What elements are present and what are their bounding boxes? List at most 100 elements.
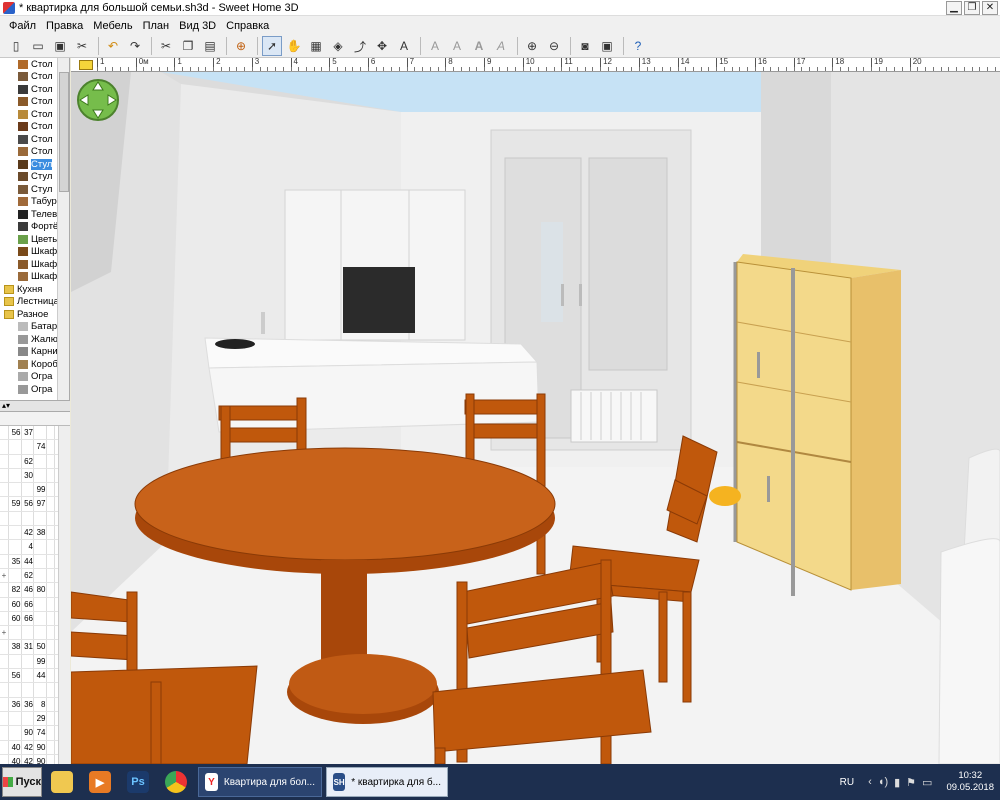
visibility-checkbox[interactable] bbox=[47, 669, 55, 683]
row-expander[interactable]: + bbox=[0, 568, 9, 583]
photo-camera-icon[interactable]: ◙ bbox=[575, 36, 595, 56]
3d-scene[interactable] bbox=[71, 72, 1000, 764]
table-scrollbar[interactable] bbox=[58, 426, 70, 764]
explorer-taskbar-icon[interactable] bbox=[44, 767, 80, 797]
undo-icon[interactable]: ↶ bbox=[103, 36, 123, 56]
furniture-catalog-tree[interactable]: Стол Стол Стол Стол Стол Стол Стол Стол Стул Стул… bbox=[0, 58, 70, 400]
battery-icon[interactable]: ▭ bbox=[922, 776, 932, 789]
visibility-checkbox[interactable] bbox=[47, 540, 55, 554]
visibility-checkbox[interactable] bbox=[47, 654, 55, 669]
taskbar-window-sweethome[interactable]: SH * квартирка для б... bbox=[326, 767, 448, 797]
create-polylines-icon[interactable]: ⤴ bbox=[350, 36, 370, 56]
catalog-scrollbar[interactable] bbox=[57, 58, 69, 400]
panel-splitter[interactable]: ▴▾ bbox=[0, 400, 70, 412]
video-camera-icon[interactable]: ▣ bbox=[597, 36, 617, 56]
network-icon[interactable]: ▮ bbox=[894, 776, 900, 789]
row-expander[interactable] bbox=[0, 683, 9, 697]
cut-icon[interactable]: ✂ bbox=[156, 36, 176, 56]
menu-plan[interactable]: План bbox=[138, 20, 175, 32]
create-walls-icon[interactable]: ▦ bbox=[306, 36, 326, 56]
row-expander[interactable] bbox=[0, 540, 9, 554]
clock[interactable]: 10:32 09.05.2018 bbox=[946, 770, 994, 794]
minimize-button[interactable]: ▁ bbox=[946, 0, 962, 15]
help-icon[interactable]: ? bbox=[628, 36, 648, 56]
flag-notification-icon[interactable]: ⚑ bbox=[906, 776, 916, 789]
3d-view[interactable] bbox=[71, 72, 1000, 764]
row-expander[interactable] bbox=[0, 468, 9, 483]
row-expander[interactable] bbox=[0, 669, 9, 683]
media-player-taskbar-icon[interactable]: ▶ bbox=[82, 767, 118, 797]
3d-navigation-arrows-icon[interactable] bbox=[77, 79, 119, 121]
visibility-checkbox[interactable] bbox=[47, 683, 55, 697]
add-furniture-icon[interactable]: ⊕ bbox=[231, 36, 251, 56]
scrollbar-thumb[interactable] bbox=[59, 72, 69, 192]
save-icon[interactable]: ▣ bbox=[50, 36, 70, 56]
visibility-checkbox[interactable] bbox=[47, 468, 55, 483]
visibility-checkbox[interactable] bbox=[47, 483, 55, 497]
visibility-checkbox[interactable] bbox=[47, 454, 55, 468]
text-italic-icon[interactable]: A bbox=[491, 36, 511, 56]
row-expander[interactable] bbox=[0, 740, 9, 754]
menu-edit[interactable]: Правка bbox=[41, 20, 88, 32]
row-expander[interactable] bbox=[0, 497, 9, 511]
visibility-checkbox[interactable] bbox=[47, 640, 55, 654]
visibility-checkbox[interactable] bbox=[47, 711, 55, 726]
row-expander[interactable] bbox=[0, 483, 9, 497]
photoshop-taskbar-icon[interactable]: Ps bbox=[120, 767, 156, 797]
menu-help[interactable]: Справка bbox=[221, 20, 274, 32]
zoom-in-icon[interactable]: ⊕ bbox=[522, 36, 542, 56]
visibility-checkbox[interactable] bbox=[47, 726, 55, 740]
language-indicator[interactable]: RU bbox=[840, 777, 854, 788]
visibility-checkbox[interactable] bbox=[47, 440, 55, 454]
visibility-checkbox[interactable] bbox=[47, 511, 55, 526]
table-header[interactable] bbox=[0, 412, 70, 426]
row-expander[interactable] bbox=[0, 654, 9, 669]
visibility-checkbox[interactable] bbox=[47, 568, 55, 583]
show-hidden-icons-icon[interactable]: ‹ bbox=[868, 776, 872, 788]
row-expander[interactable] bbox=[0, 640, 9, 654]
row-expander[interactable] bbox=[0, 611, 9, 626]
row-expander[interactable] bbox=[0, 583, 9, 597]
start-button[interactable]: Пуск bbox=[2, 767, 42, 797]
visibility-checkbox[interactable] bbox=[47, 697, 55, 711]
row-expander[interactable] bbox=[0, 711, 9, 726]
visibility-checkbox[interactable] bbox=[47, 626, 55, 640]
visibility-checkbox[interactable] bbox=[47, 754, 55, 764]
text-bold-icon[interactable]: A bbox=[469, 36, 489, 56]
row-expander[interactable]: + bbox=[0, 626, 9, 640]
row-expander[interactable] bbox=[0, 597, 9, 611]
row-expander[interactable] bbox=[0, 511, 9, 526]
row-expander[interactable] bbox=[0, 697, 9, 711]
visibility-checkbox[interactable] bbox=[47, 611, 55, 626]
preferences-icon[interactable]: ✂ bbox=[72, 36, 92, 56]
row-expander[interactable] bbox=[0, 754, 9, 764]
row-expander[interactable] bbox=[0, 554, 9, 568]
visibility-checkbox[interactable] bbox=[47, 583, 55, 597]
taskbar-window-browser[interactable]: Y Квартира для бол... bbox=[198, 767, 322, 797]
row-expander[interactable] bbox=[0, 426, 9, 440]
row-expander[interactable] bbox=[0, 440, 9, 454]
copy-icon[interactable]: ❐ bbox=[178, 36, 198, 56]
text-style-icon[interactable]: A bbox=[447, 36, 467, 56]
row-expander[interactable] bbox=[0, 454, 9, 468]
open-folder-icon[interactable]: ▭ bbox=[28, 36, 48, 56]
create-rooms-icon[interactable]: ◈ bbox=[328, 36, 348, 56]
select-arrow-icon[interactable]: ➚ bbox=[262, 36, 282, 56]
visibility-checkbox[interactable] bbox=[47, 497, 55, 511]
row-expander[interactable] bbox=[0, 726, 9, 740]
add-text-icon[interactable]: A bbox=[394, 36, 414, 56]
menu-file[interactable]: Файл bbox=[4, 20, 41, 32]
furniture-list-table[interactable]: 56 37 74 62 30 99 59 56 97 42 38 4 35 44 +62 82 46 80 60 66… bbox=[0, 412, 70, 764]
visibility-checkbox[interactable] bbox=[47, 597, 55, 611]
text-style-icon[interactable]: A bbox=[425, 36, 445, 56]
visibility-checkbox[interactable] bbox=[47, 554, 55, 568]
row-expander[interactable] bbox=[0, 526, 9, 540]
menu-3d-view[interactable]: Вид 3D bbox=[174, 20, 221, 32]
redo-icon[interactable]: ↷ bbox=[125, 36, 145, 56]
menu-furniture[interactable]: Мебель bbox=[88, 20, 137, 32]
visibility-checkbox[interactable] bbox=[47, 740, 55, 754]
visibility-checkbox[interactable] bbox=[47, 526, 55, 540]
visibility-checkbox[interactable] bbox=[47, 426, 55, 440]
chrome-taskbar-icon[interactable] bbox=[158, 767, 194, 797]
zoom-out-icon[interactable]: ⊖ bbox=[544, 36, 564, 56]
